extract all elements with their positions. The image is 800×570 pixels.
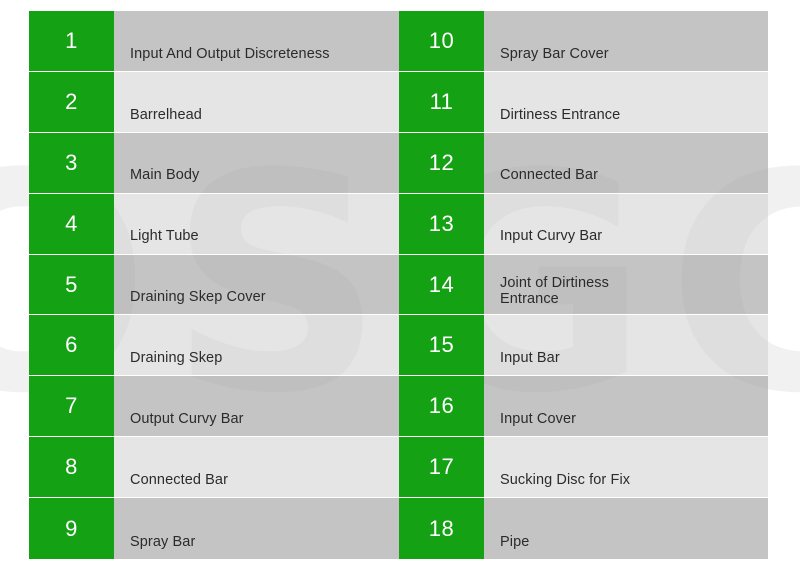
row-label-cell: Input Bar <box>484 315 768 377</box>
row-label-text: Connected Bar <box>130 471 229 488</box>
row-label-cell: Light Tube <box>114 193 399 255</box>
table-row[interactable]: 8 Connected Bar <box>29 437 399 499</box>
table-row[interactable]: 9 Spray Bar <box>29 498 399 560</box>
row-number-cell: 3 <box>29 132 114 194</box>
parts-legend-table: 1 Input And Output Discreteness 2 Barrel… <box>29 11 768 560</box>
table-row[interactable]: 14 Joint of Dirtiness Entrance <box>399 254 768 316</box>
table-row[interactable]: 18 Pipe <box>399 498 768 560</box>
row-label-cell: Connected Bar <box>114 437 399 499</box>
parts-legend-table-image: OSGC 1 Input And Output Discreteness 2 B… <box>0 0 800 570</box>
row-label-text: Input Curvy Bar <box>500 228 603 245</box>
row-label-text: Input And Output Discreteness <box>130 45 330 62</box>
table-row[interactable]: 7 Output Curvy Bar <box>29 376 399 438</box>
row-label-text: Pipe <box>500 533 530 550</box>
row-number-cell: 15 <box>399 315 484 377</box>
table-row[interactable]: 10 Spray Bar Cover <box>399 11 768 72</box>
row-number-cell: 17 <box>399 437 484 499</box>
row-label-cell: Input And Output Discreteness <box>114 11 399 72</box>
row-label-cell: Joint of Dirtiness Entrance <box>484 254 768 316</box>
row-label-cell: Spray Bar Cover <box>484 11 768 72</box>
row-label-text: Light Tube <box>130 228 199 245</box>
row-number-cell: 4 <box>29 193 114 255</box>
row-number-cell: 1 <box>29 11 114 72</box>
row-number-cell: 6 <box>29 315 114 377</box>
row-label-text: Output Curvy Bar <box>130 411 244 427</box>
row-label-cell: Sucking Disc for Fix <box>484 437 768 499</box>
row-number-cell: 5 <box>29 254 114 316</box>
row-number-cell: 14 <box>399 254 484 316</box>
row-number-cell: 8 <box>29 437 114 499</box>
row-label-cell: Input Cover <box>484 376 768 438</box>
table-row[interactable]: 3 Main Body <box>29 132 399 194</box>
table-row[interactable]: 15 Input Bar <box>399 315 768 377</box>
row-label-text: Sucking Disc for Fix <box>500 471 631 488</box>
table-row[interactable]: 13 Input Curvy Bar <box>399 193 768 255</box>
table-row[interactable]: 4 Light Tube <box>29 193 399 255</box>
row-number-cell: 13 <box>399 193 484 255</box>
legend-column-left: 1 Input And Output Discreteness 2 Barrel… <box>29 11 399 560</box>
row-label-cell: Draining Skep Cover <box>114 254 399 316</box>
row-label-text: Spray Bar Cover <box>500 45 609 62</box>
row-label-cell: Connected Bar <box>484 132 768 194</box>
row-label-text: Connected Bar <box>500 167 599 184</box>
row-label-text: Dirtiness Entrance <box>500 106 621 123</box>
table-row[interactable]: 17 Sucking Disc for Fix <box>399 437 768 499</box>
row-label-line1: Joint of Dirtiness <box>500 274 609 291</box>
row-number-cell: 11 <box>399 71 484 133</box>
row-label-text: Draining Skep <box>130 350 223 367</box>
legend-column-right: 10 Spray Bar Cover 11 Dirtiness Entrance… <box>399 11 768 560</box>
row-label-cell: Main Body <box>114 132 399 194</box>
row-label-text: Spray Bar <box>130 533 196 550</box>
row-label-text: Input Cover <box>500 411 577 427</box>
row-label-cell: Dirtiness Entrance <box>484 71 768 133</box>
table-row[interactable]: 2 Barrelhead <box>29 71 399 133</box>
row-label-text: Barrelhead <box>130 106 202 123</box>
row-label-cell: Output Curvy Bar <box>114 376 399 438</box>
table-row[interactable]: 12 Connected Bar <box>399 132 768 194</box>
table-row[interactable]: 1 Input And Output Discreteness <box>29 11 399 72</box>
row-label-line2: Entrance <box>500 291 559 308</box>
table-row[interactable]: 16 Input Cover <box>399 376 768 438</box>
row-number-cell: 2 <box>29 71 114 133</box>
row-label-text: Main Body <box>130 167 200 184</box>
row-number-cell: 9 <box>29 498 114 560</box>
row-label-cell: Barrelhead <box>114 71 399 133</box>
table-row[interactable]: 6 Draining Skep <box>29 315 399 377</box>
row-label-text: Draining Skep Cover <box>130 289 266 306</box>
table-row[interactable]: 11 Dirtiness Entrance <box>399 71 768 133</box>
row-label-cell: Spray Bar <box>114 498 399 560</box>
row-number-cell: 10 <box>399 11 484 72</box>
row-number-cell: 18 <box>399 498 484 560</box>
row-label-text: Input Bar <box>500 350 560 367</box>
row-number-cell: 12 <box>399 132 484 194</box>
row-number-cell: 7 <box>29 376 114 438</box>
row-number-cell: 16 <box>399 376 484 438</box>
row-label-cell: Input Curvy Bar <box>484 193 768 255</box>
row-label-cell: Pipe <box>484 498 768 560</box>
row-label-text: Joint of Dirtiness Entrance <box>500 275 609 307</box>
row-label-cell: Draining Skep <box>114 315 399 377</box>
table-row[interactable]: 5 Draining Skep Cover <box>29 254 399 316</box>
